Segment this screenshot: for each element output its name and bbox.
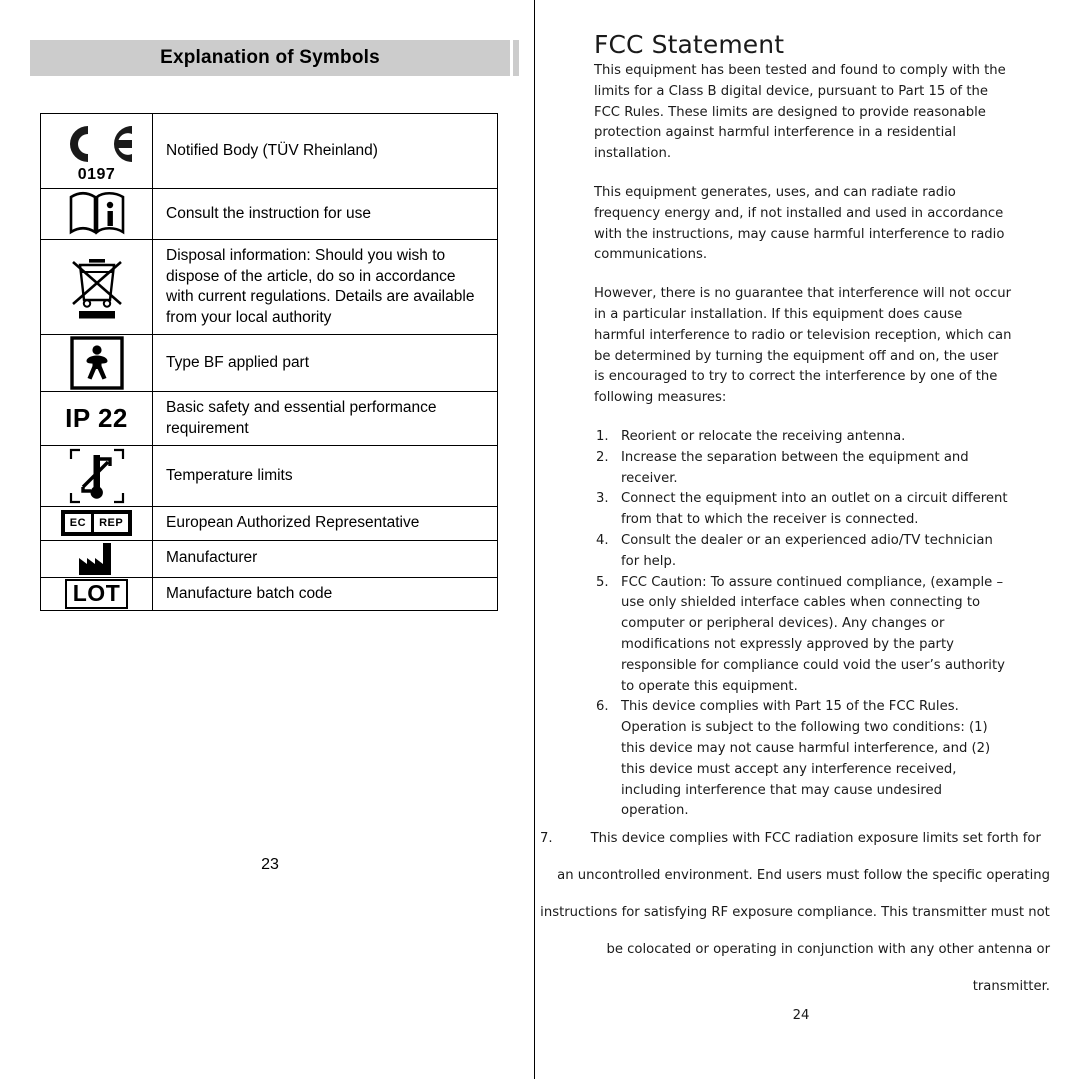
table-row: Temperature limits <box>40 445 498 507</box>
symbol-cell <box>40 239 153 335</box>
fcc-measures-list: 1. Reorient or relocate the receiving an… <box>594 427 1012 822</box>
page-number-right: 24 <box>792 1008 810 1023</box>
symbol-cell: LOT <box>40 576 153 611</box>
list-item-text: Increase the separation between the equi… <box>621 449 969 486</box>
list-item-number: 1. <box>596 428 609 444</box>
fcc-paragraph: This equipment generates, uses, and can … <box>594 184 1005 263</box>
list-item-number: 7. <box>540 831 553 846</box>
list-item-number: 3. <box>596 491 609 507</box>
left-page: Explanation of Symbols 0197 Notified Bod… <box>0 0 534 1079</box>
symbol-cell <box>40 334 153 392</box>
table-row: Consult the instruction for use <box>40 188 498 240</box>
symbol-cell: 0197 <box>40 113 153 189</box>
fcc-rf-exposure-item: 7. This device complies with FCC radiatio… <box>540 820 1050 1005</box>
list-item-line: be colocated or operating in conjunction… <box>606 942 1050 957</box>
symbol-description: Manufacturer <box>152 539 498 578</box>
list-item-line: instructions for satisfying RF exposure … <box>540 905 1050 920</box>
fcc-paragraph: This equipment has been tested and found… <box>594 63 1006 162</box>
list-item-text: FCC Caution: To assure continued complia… <box>621 574 1005 694</box>
list-item: 1. Reorient or relocate the receiving an… <box>594 427 1012 448</box>
list-item: 3. Connect the equipment into an outlet … <box>594 489 1012 531</box>
right-page: FCC Statement This equipment has been te… <box>534 0 1068 1079</box>
ip-rating-icon: IP 22 <box>65 403 128 433</box>
list-item: 6. This device complies with Part 15 of … <box>594 697 1012 822</box>
symbol-description: Consult the instruction for use <box>152 188 498 240</box>
list-item-number: 2. <box>596 449 609 465</box>
list-item-text: This device complies with FCC radiation … <box>590 831 1041 846</box>
symbol-description: European Authorized Representative <box>152 506 498 541</box>
ce-notified-body-number: 0197 <box>77 166 116 183</box>
table-row: Manufacturer <box>40 539 498 578</box>
weee-crossed-bin-icon <box>41 254 152 320</box>
manufacturer-factory-icon <box>41 541 152 577</box>
list-item-text: Consult the dealer or an experienced adi… <box>621 532 993 569</box>
symbol-description: Type BF applied part <box>152 334 498 392</box>
fcc-paragraph: However, there is no guarantee that inte… <box>594 286 1012 406</box>
ce-mark-icon: 0197 <box>41 114 152 188</box>
table-row: IP 22 Basic safety and essential perform… <box>40 391 498 446</box>
symbol-cell <box>40 539 153 578</box>
table-row: Disposal information: Should you wish to… <box>40 239 498 335</box>
ec-rep-rep-label: REP <box>94 514 129 533</box>
symbol-cell <box>40 188 153 240</box>
symbol-cell <box>40 445 153 507</box>
list-item-text: Connect the equipment into an outlet on … <box>621 491 1008 528</box>
list-item-line: 7. This device complies with FCC radiatio… <box>540 820 1050 857</box>
ec-rep-icon: EC REP <box>41 510 152 537</box>
page-number-left: 23 <box>261 856 279 873</box>
list-item-number: 5. <box>596 574 609 590</box>
symbol-description: Disposal information: Should you wish to… <box>152 239 498 335</box>
fcc-statement-section: FCC Statement This equipment has been te… <box>594 30 1012 822</box>
fcc-statement-heading: FCC Statement <box>594 30 785 59</box>
symbol-description: Basic safety and essential performance r… <box>152 391 498 446</box>
table-row: LOT Manufacture batch code <box>40 576 498 611</box>
table-row: EC REP European Authorized Representativ… <box>40 506 498 541</box>
symbols-banner-tail <box>513 40 519 76</box>
temperature-limits-icon <box>41 446 152 506</box>
consult-instructions-icon <box>41 189 152 239</box>
symbol-description: Manufacture batch code <box>152 576 498 611</box>
lot-label: LOT <box>64 578 129 609</box>
symbols-banner-title: Explanation of Symbols <box>160 47 380 68</box>
ec-rep-ec-label: EC <box>64 514 92 533</box>
list-item: 5. FCC Caution: To assure continued comp… <box>594 573 1012 698</box>
list-item: 4. Consult the dealer or an experienced … <box>594 531 1012 573</box>
list-item: 2. Increase the separation between the e… <box>594 448 1012 490</box>
list-item-line: transmitter. <box>972 979 1050 994</box>
type-bf-applied-part-icon <box>41 335 152 391</box>
symbol-cell: EC REP <box>40 506 153 541</box>
symbols-table: 0197 Notified Body (TÜV Rheinland) Consu… <box>40 113 498 611</box>
table-row: Type BF applied part <box>40 334 498 392</box>
list-item-text: This device complies with Part 15 of the… <box>621 699 991 819</box>
symbol-cell: IP 22 <box>40 391 153 446</box>
table-row: 0197 Notified Body (TÜV Rheinland) <box>40 113 498 189</box>
symbol-description: Notified Body (TÜV Rheinland) <box>152 113 498 189</box>
symbol-description: Temperature limits <box>152 445 498 507</box>
list-item-number: 6. <box>596 699 609 715</box>
lot-batch-code-icon: LOT <box>41 578 152 609</box>
list-item-line: an uncontrolled environment. End users m… <box>557 868 1050 883</box>
list-item-text: Reorient or relocate the receiving anten… <box>621 428 906 444</box>
list-item-number: 4. <box>596 532 609 548</box>
